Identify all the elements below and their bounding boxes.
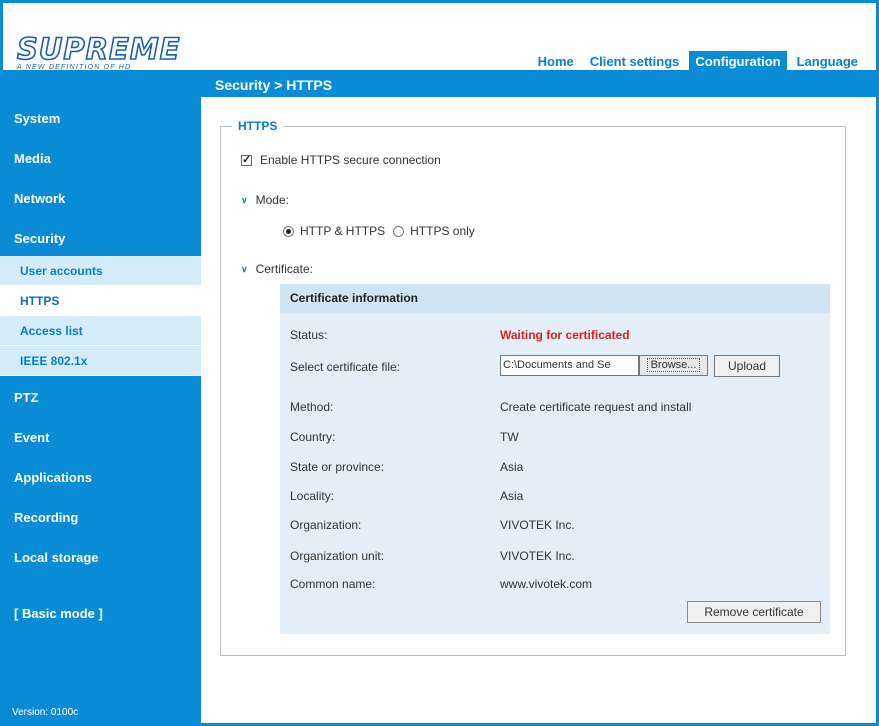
organization-label: Organization: bbox=[290, 518, 362, 532]
sidebar-item-applications[interactable]: Applications bbox=[0, 470, 201, 485]
common-name-value: www.vivotek.com bbox=[500, 577, 593, 591]
basic-mode-link[interactable]: [ Basic mode ] bbox=[0, 606, 201, 621]
sidebar-item-local-storage[interactable]: Local storage bbox=[0, 550, 201, 565]
sidebar-item-media[interactable]: Media bbox=[0, 151, 201, 166]
mode-option-https-only-label: HTTPS only bbox=[410, 224, 475, 238]
breadcrumb: Security > HTTPS bbox=[201, 73, 876, 97]
state-label: State or province: bbox=[290, 460, 385, 474]
sidebar-item-ptz[interactable]: PTZ bbox=[0, 390, 201, 405]
nav-client-settings[interactable]: Client settings bbox=[584, 51, 686, 72]
sidebar-sub-https[interactable]: HTTPS bbox=[0, 286, 201, 316]
certificate-file-input[interactable]: C:\Documents and Se bbox=[500, 355, 639, 376]
enable-https-checkbox[interactable] bbox=[241, 153, 252, 166]
sidebar-item-event[interactable]: Event bbox=[0, 430, 201, 445]
certificate-info-panel: Certificate information Status: Waiting … bbox=[280, 284, 830, 634]
certificate-label: Certificate: bbox=[255, 262, 313, 276]
sidebar-item-recording[interactable]: Recording bbox=[0, 510, 201, 525]
sidebar-sub-user-accounts[interactable]: User accounts bbox=[0, 256, 201, 286]
nav-home[interactable]: Home bbox=[532, 51, 580, 72]
state-value: Asia bbox=[500, 460, 524, 474]
organization-unit-label: Organization unit: bbox=[290, 549, 385, 563]
sidebar: System Media Network Security User accou… bbox=[0, 73, 201, 726]
country-label: Country: bbox=[290, 430, 336, 444]
upload-button[interactable]: Upload bbox=[714, 355, 780, 377]
organization-unit-value: VIVOTEK Inc. bbox=[500, 549, 575, 563]
nav-configuration[interactable]: Configuration bbox=[689, 51, 787, 72]
nav-language[interactable]: Language bbox=[791, 51, 864, 72]
chevron-down-icon[interactable]: ∨ bbox=[241, 195, 248, 206]
certificate-info-header: Certificate information bbox=[280, 284, 830, 313]
top-nav: Home Client settings Configuration Langu… bbox=[528, 51, 864, 72]
chevron-down-icon[interactable]: ∨ bbox=[241, 264, 248, 275]
version-label: Version: 0100c bbox=[12, 707, 79, 718]
select-certificate-label: Select certificate file: bbox=[290, 360, 401, 374]
browse-button[interactable]: Browse... bbox=[639, 355, 708, 376]
mode-radio-https-only[interactable] bbox=[393, 225, 405, 237]
sidebar-item-system[interactable]: System bbox=[0, 111, 201, 126]
status-label: Status: bbox=[290, 328, 328, 342]
remove-certificate-button[interactable]: Remove certificate bbox=[687, 601, 821, 623]
mode-option-http-https-label: HTTP & HTTPS bbox=[300, 224, 386, 238]
locality-label: Locality: bbox=[290, 489, 335, 503]
mode-row: ∨ Mode: bbox=[241, 193, 289, 207]
method-label: Method: bbox=[290, 400, 334, 414]
mode-label: Mode: bbox=[255, 193, 289, 207]
sidebar-sub-ieee-8021x[interactable]: IEEE 802.1x bbox=[0, 346, 201, 376]
locality-value: Asia bbox=[500, 489, 524, 503]
organization-value: VIVOTEK Inc. bbox=[500, 518, 575, 532]
enable-https-label: Enable HTTPS secure connection bbox=[260, 153, 441, 167]
enable-https-row: Enable HTTPS secure connection bbox=[241, 153, 441, 167]
mode-options-row: HTTP & HTTPS HTTPS only bbox=[283, 224, 475, 238]
sidebar-item-network[interactable]: Network bbox=[0, 191, 201, 206]
status-value: Waiting for certificated bbox=[500, 328, 630, 342]
certificate-row: ∨ Certificate: bbox=[241, 262, 313, 276]
mode-radio-http-https[interactable] bbox=[283, 225, 294, 237]
country-value: TW bbox=[500, 430, 519, 444]
common-name-label: Common name: bbox=[290, 577, 376, 591]
method-value: Create certificate request and install bbox=[500, 400, 692, 414]
sidebar-item-security[interactable]: Security bbox=[0, 231, 201, 246]
supreme-logo: SUPREME A NEW DEFINITION OF HD bbox=[16, 32, 189, 75]
sidebar-sub-access-list[interactable]: Access list bbox=[0, 316, 201, 346]
browse-button-label: Browse... bbox=[646, 358, 701, 372]
logo-word: SUPREME bbox=[16, 32, 181, 66]
https-legend: HTTPS bbox=[232, 119, 284, 133]
